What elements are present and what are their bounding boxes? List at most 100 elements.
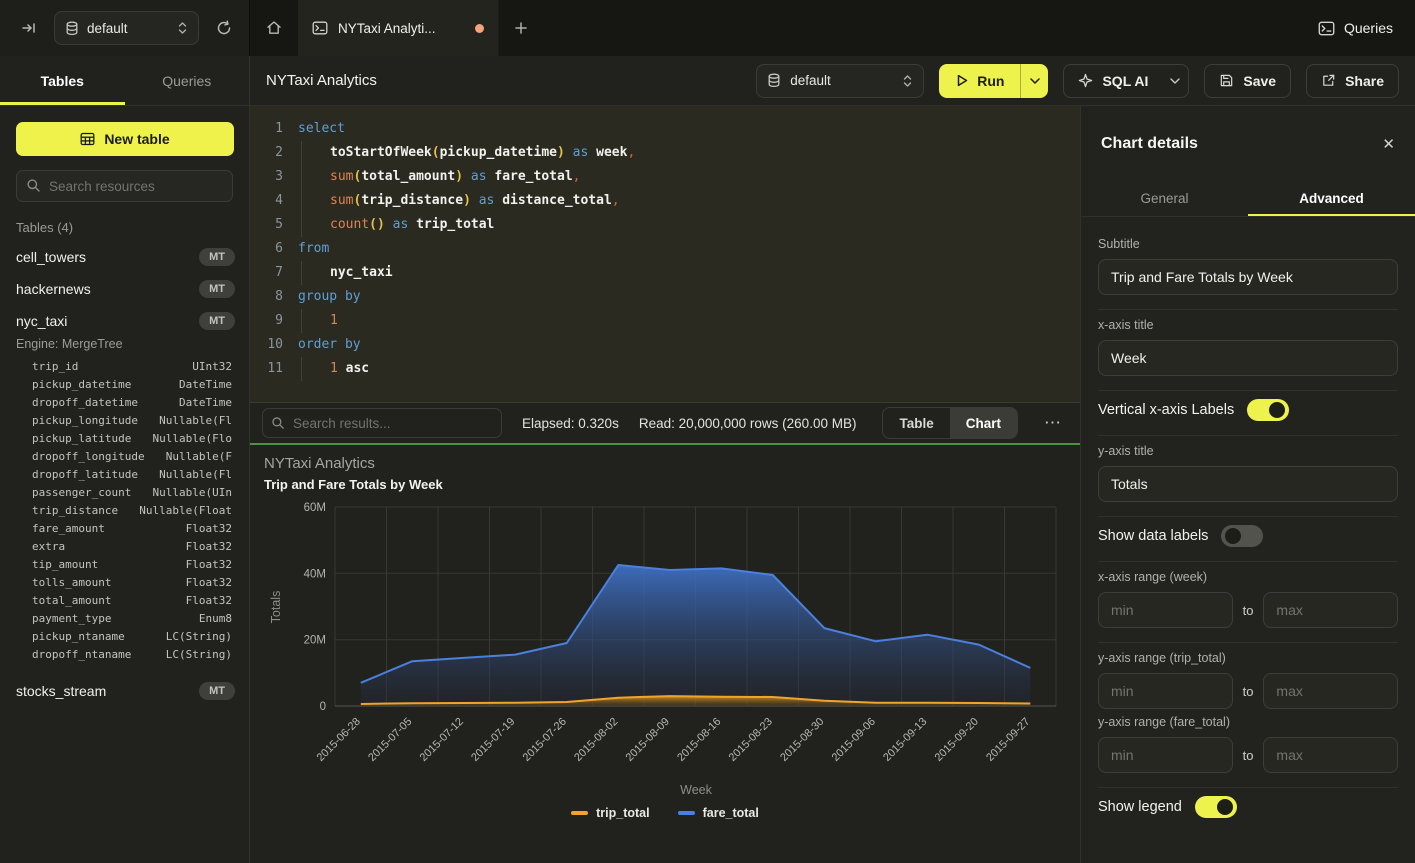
column-row: pickup_longitudeNullable(Fl [0,411,249,429]
show-data-labels-toggle[interactable] [1221,525,1263,547]
database-icon [767,73,781,88]
column-row: pickup_latitudeNullable(Flo [0,429,249,447]
run-label: Run [977,73,1004,89]
svg-text:2015-08-30: 2015-08-30 [778,716,826,764]
area-chart[interactable]: 020M40M60M2015-06-282015-07-052015-07-12… [250,492,1080,804]
app-root: default NYTaxi Analyti... Queri [0,0,1415,863]
chevron-down-icon [1170,78,1180,84]
divider [1098,309,1398,310]
share-icon [1321,73,1336,88]
table-item-stocks_stream[interactable]: stocks_streamMT [0,675,249,707]
save-icon [1219,73,1234,88]
show-legend-toggle[interactable] [1195,796,1237,818]
svg-text:2015-09-20: 2015-09-20 [933,716,981,764]
view-toggle-chart[interactable]: Chart [950,408,1017,438]
sql-editor[interactable]: 1234567891011 selecttoStartOfWeek(pickup… [250,106,1080,402]
svg-text:2015-07-12: 2015-07-12 [418,716,466,764]
panel-tab-general[interactable]: General [1081,181,1248,216]
yrange-trip-min-input[interactable] [1098,673,1233,709]
database-icon [65,21,79,36]
column-row: passenger_countNullable(UIn [0,483,249,501]
yrange-fare-label: y-axis range (fare_total) [1098,715,1398,729]
vertical-xaxis-labels-row: Vertical x-axis Labels [1098,399,1398,421]
tab-nytaxi-analytics[interactable]: NYTaxi Analyti... [298,0,499,56]
line-number-gutter: 1234567891011 [250,106,298,402]
run-database-selector[interactable]: default [756,64,924,98]
database-name: default [87,21,128,36]
xrange-row: to [1098,592,1398,628]
run-database-name: default [790,73,831,88]
database-selector[interactable]: default [54,11,199,45]
table-item-hackernews[interactable]: hackernewsMT [0,273,249,305]
sql-ai-button[interactable]: SQL AI [1063,64,1189,98]
main-content: 1234567891011 selecttoStartOfWeek(pickup… [250,106,1415,863]
yrange-fare-max-input[interactable] [1263,737,1398,773]
read-stat: Read: 20,000,000 rows (260.00 MB) [639,416,857,431]
legend-item-trip_total[interactable]: trip_total [571,806,649,820]
queries-button[interactable]: Queries [1318,20,1393,36]
yrange-fare-row: to [1098,737,1398,773]
column-row: trip_idUInt32 [0,357,249,375]
refresh-button[interactable] [209,13,239,43]
vertical-xaxis-labels-toggle[interactable] [1247,399,1289,421]
results-more-button[interactable]: ⋯ [1038,413,1068,433]
divider [1098,642,1398,643]
yrange-fare-min-input[interactable] [1098,737,1233,773]
results-toolbar: Elapsed: 0.320s Read: 20,000,000 rows (2… [250,402,1080,445]
svg-text:2015-07-26: 2015-07-26 [521,716,569,764]
close-icon[interactable]: ✕ [1382,135,1395,153]
sidebar-collapse-button[interactable] [14,13,44,43]
sidebar-body: New table Tables (4) cell_towersMThacker… [0,106,249,863]
column-row: trip_distanceNullable(Float [0,501,249,519]
table-item-nyc_taxi[interactable]: nyc_taxiMT [0,305,249,337]
sidebar-tab-tables[interactable]: Tables [0,56,125,105]
home-tab-button[interactable] [250,0,298,56]
run-button[interactable]: Run [939,64,1048,98]
toggle-knob [1225,528,1241,544]
legend-item-fare_total[interactable]: fare_total [678,806,759,820]
console-icon [1318,21,1335,36]
view-toggle: Table Chart [882,407,1018,439]
yrange-trip-max-input[interactable] [1263,673,1398,709]
sidebar-tab-queries[interactable]: Queries [125,56,250,105]
topbar-left: default [0,0,250,56]
add-tab-button[interactable] [499,0,543,56]
search-results-input[interactable] [262,408,502,438]
svg-text:2015-08-09: 2015-08-09 [624,716,672,764]
column-row: payment_typeEnum8 [0,609,249,627]
divider [1098,435,1398,436]
save-button[interactable]: Save [1204,64,1291,98]
new-table-button[interactable]: New table [16,122,234,156]
sidebar-collapse-icon [21,20,37,36]
yaxis-title-input[interactable] [1098,466,1398,502]
panel-header: Chart details ✕ [1081,106,1415,181]
panel-tab-advanced[interactable]: Advanced [1248,181,1415,216]
column-row: dropoff_datetimeDateTime [0,393,249,411]
svg-text:Totals: Totals [269,591,283,624]
table-item-cell_towers[interactable]: cell_towers MT [0,241,249,273]
xrange-min-input[interactable] [1098,592,1233,628]
resource-search [16,170,233,202]
view-toggle-table[interactable]: Table [883,408,949,438]
run-options-caret[interactable] [1020,64,1048,98]
table-name: cell_towers [16,249,86,265]
table-name: hackernews [16,281,91,297]
share-button[interactable]: Share [1306,64,1399,98]
sparkle-icon [1078,73,1093,88]
panel-tabs: General Advanced [1081,181,1415,217]
svg-text:2015-07-19: 2015-07-19 [469,716,517,764]
share-label: Share [1345,73,1384,89]
show-legend-row: Show legend [1098,796,1398,818]
sql-ai-caret[interactable] [1162,65,1188,97]
panel-title: Chart details [1101,135,1198,153]
subtitle-input[interactable] [1098,259,1398,295]
show-legend-label: Show legend [1098,799,1182,815]
table-grid-icon [80,132,95,146]
column-row: dropoff_longitudeNullable(F [0,447,249,465]
search-resources-input[interactable] [16,170,233,202]
engine-badge: MT [199,248,235,266]
top-bar: default NYTaxi Analyti... Queri [0,0,1415,56]
show-data-labels-label: Show data labels [1098,528,1208,544]
xrange-max-input[interactable] [1263,592,1398,628]
xaxis-title-input[interactable] [1098,340,1398,376]
